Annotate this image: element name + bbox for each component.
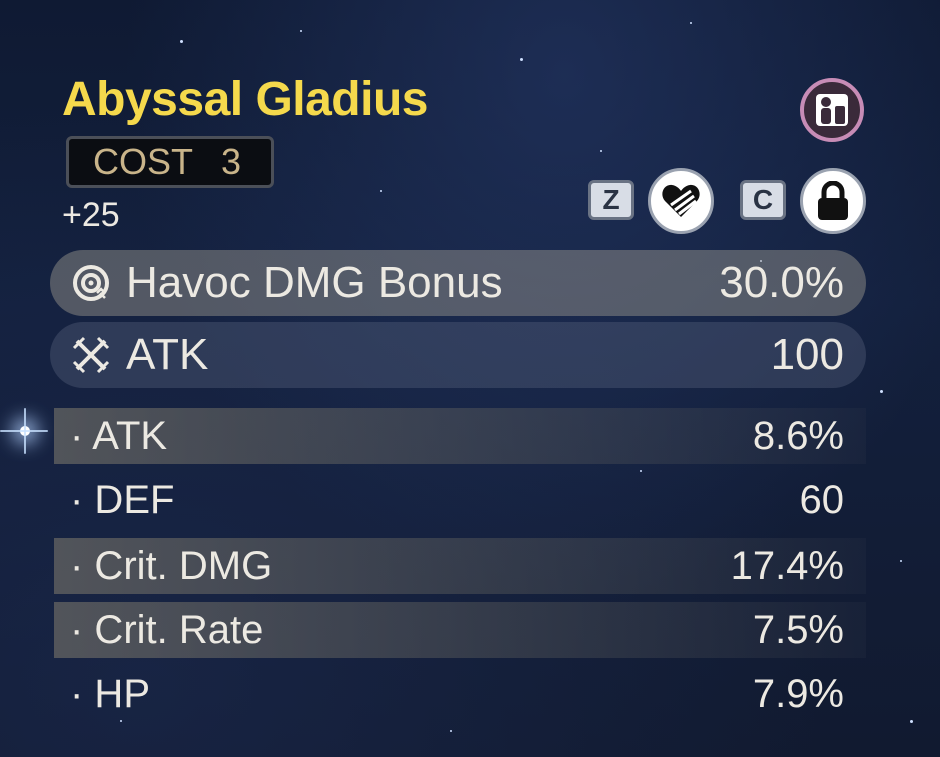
main-stat-label: ATK	[126, 330, 209, 379]
sub-stat-row: · DEF 60	[54, 472, 866, 528]
echo-name: Abyssal Gladius	[62, 73, 428, 126]
cost-label: COST	[93, 141, 194, 182]
sub-stat-row: · HP 7.9%	[54, 666, 866, 722]
sub-stat-label: · Crit. Rate	[70, 607, 264, 652]
main-stat-row: Havoc DMG Bonus 30.0%	[50, 250, 866, 316]
lock-key-hint: C	[740, 180, 786, 220]
cost-badge: COST 3	[66, 136, 274, 188]
sub-stat-label: · ATK	[70, 413, 168, 458]
broken-heart-icon	[662, 184, 700, 217]
sub-stat-label: · HP	[70, 671, 150, 716]
sub-stat-value: 7.9%	[752, 671, 844, 716]
sub-stat-row: · ATK 8.6%	[54, 408, 866, 464]
echo-level: +25	[62, 196, 120, 234]
cost-value: 3	[221, 141, 242, 182]
main-stat-label: Havoc DMG Bonus	[126, 258, 503, 307]
sub-stat-value: 60	[799, 477, 845, 522]
main-stat-value: 30.0%	[719, 258, 844, 307]
atk-swords-icon	[70, 334, 112, 376]
main-stat-value: 100	[770, 330, 844, 379]
havoc-icon	[70, 262, 112, 304]
main-stat-row: ATK 100	[50, 322, 866, 388]
sub-stat-value: 7.5%	[752, 607, 844, 652]
sub-stat-row: · Crit. Rate 7.5%	[54, 602, 866, 658]
equipped-character-icon[interactable]	[800, 78, 864, 142]
lock-icon	[818, 181, 848, 220]
character-silhouette-icon	[816, 94, 848, 126]
sub-stat-value: 17.4%	[730, 543, 844, 588]
discard-key-hint: Z	[588, 180, 634, 220]
sub-stat-label: · Crit. DMG	[70, 543, 273, 588]
lock-button[interactable]	[800, 168, 866, 234]
sub-stat-row: · Crit. DMG 17.4%	[54, 538, 866, 594]
discard-button[interactable]	[648, 168, 714, 234]
sub-stat-label: · DEF	[70, 477, 175, 522]
sub-stat-value: 8.6%	[752, 413, 844, 458]
